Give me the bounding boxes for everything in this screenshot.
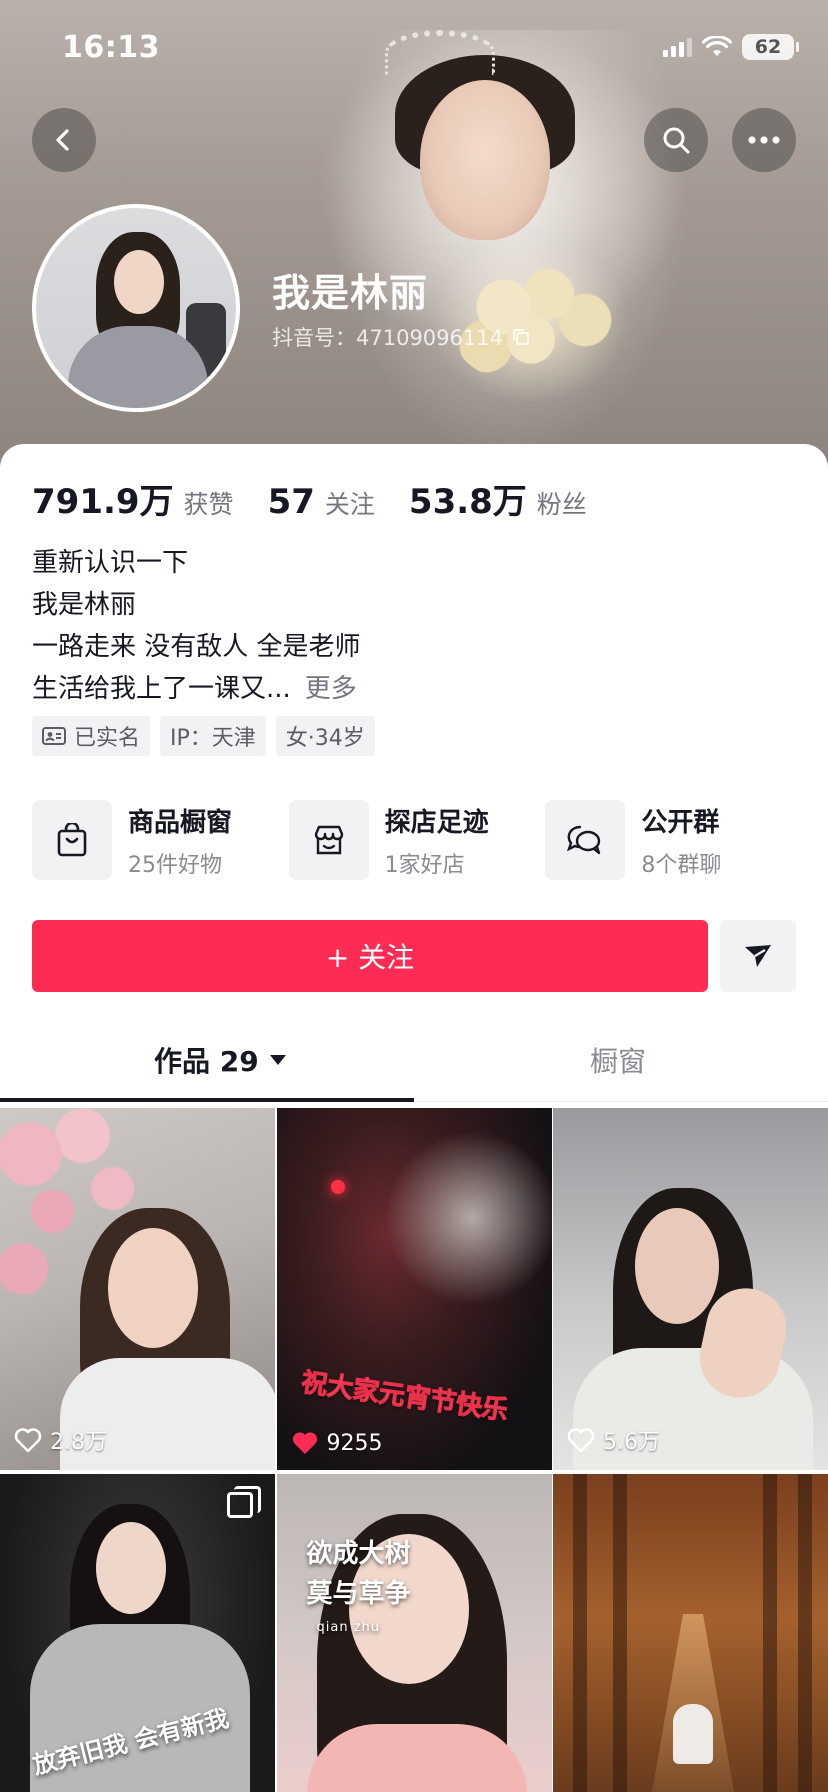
video-thumbnail[interactable]: 欲成大树 莫与草争 qian zhu: [276, 1474, 552, 1792]
bio-line: 重新认识一下: [32, 548, 189, 578]
send-message-button[interactable]: [720, 920, 796, 992]
douyin-id-text: 抖音号：47109096114: [272, 326, 503, 350]
service-shop-window[interactable]: 商品橱窗 25件好物: [32, 800, 289, 880]
more-options-button[interactable]: [732, 108, 796, 172]
status-icons: 62: [663, 34, 799, 60]
stats-row: 791.9万 获赞 57 关注 53.8万 粉丝: [32, 474, 621, 523]
profile-tags: 已实名 IP：天津 女·34岁: [32, 716, 375, 756]
video-caption-sub: qian zhu: [316, 1620, 381, 1635]
tab-works-label: 作品 29: [154, 1045, 259, 1078]
battery-icon: 62: [742, 34, 799, 60]
content-tabs: 作品 29 橱窗: [0, 1018, 828, 1102]
stat-label: 粉丝: [536, 490, 587, 519]
service-public-group[interactable]: 公开群 8个群聊: [545, 800, 802, 880]
tab-shop-window[interactable]: 橱窗: [590, 1018, 646, 1102]
tag-label: IP：天津: [170, 726, 256, 751]
stat-followers[interactable]: 53.8万 粉丝: [409, 474, 587, 523]
service-title: 公开群: [641, 807, 720, 838]
bio[interactable]: 重新认识一下 我是林丽 一路走来 没有敌人 全是老师 生活给我上了一课又... 更…: [32, 542, 361, 710]
video-thumbnail[interactable]: 放弃旧我 会有新我: [0, 1474, 275, 1792]
bio-line-last: 生活给我上了一课又... 更多: [32, 668, 361, 710]
service-subtitle: 25件好物: [128, 852, 222, 878]
shopping-bag-icon: [57, 823, 87, 857]
stat-value: 57: [267, 482, 315, 522]
bio-line: 一路走来 没有敌人 全是老师: [32, 632, 361, 662]
tag-label: 女·34岁: [285, 726, 365, 751]
bio-more-link[interactable]: 更多: [305, 674, 357, 704]
video-thumbnail[interactable]: 祝大家元宵节快乐 9255: [276, 1108, 552, 1470]
tag-verified: 已实名: [32, 716, 151, 756]
status-bar: 16:13 62: [0, 0, 828, 100]
video-grid: 2.8万 祝大家元宵节快乐 9255 5.6万 放弃旧我 会有新我 欲成大树 莫…: [0, 1108, 828, 1792]
store-icon: [314, 825, 343, 855]
tag-gender-age: 女·34岁: [275, 716, 375, 756]
wifi-icon: [702, 36, 732, 56]
heart-filled-icon: [292, 1432, 317, 1454]
caret-down-icon: [269, 1055, 286, 1065]
follow-button[interactable]: + 关注: [32, 920, 708, 992]
id-card-icon: [42, 727, 66, 745]
service-icon-box: [288, 800, 369, 880]
tag-label: 已实名: [74, 726, 141, 751]
service-subtitle: 1家好店: [384, 852, 465, 878]
bio-line: 生活给我上了一课又...: [32, 674, 291, 704]
like-count-text: 9255: [326, 1430, 383, 1456]
video-caption: 欲成大树 莫与草争: [306, 1539, 411, 1609]
tab-shop-label: 橱窗: [590, 1045, 647, 1078]
stat-value: 791.9万: [32, 482, 174, 522]
services-row: 商品橱窗 25件好物 探店足迹 1家好店 公开群 8个群聊: [32, 800, 802, 880]
chevron-left-icon: [56, 129, 69, 151]
tag-ip: IP：天津: [160, 716, 266, 756]
like-count: 2.8万: [14, 1424, 107, 1456]
service-subtitle: 8个群聊: [641, 852, 722, 878]
video-thumbnail[interactable]: [553, 1474, 828, 1792]
service-store-visits[interactable]: 探店足迹 1家好店: [288, 800, 546, 880]
like-count: 9255: [291, 1430, 383, 1456]
like-count-text: 5.6万: [603, 1430, 660, 1455]
search-icon: [663, 127, 690, 154]
profile-name: 我是林丽: [272, 271, 429, 315]
heart-outline-icon: [14, 1428, 42, 1453]
status-time: 16:13: [62, 30, 160, 65]
stat-label: 获赞: [183, 490, 234, 519]
video-thumbnail[interactable]: 5.6万: [553, 1108, 828, 1470]
douyin-id[interactable]: 抖音号：47109096114: [272, 322, 531, 352]
stat-value: 53.8万: [408, 482, 527, 522]
avatar[interactable]: [32, 204, 240, 412]
multi-image-icon: [227, 1486, 261, 1518]
stat-label: 关注: [324, 490, 375, 519]
service-icon-box: [32, 800, 112, 880]
active-tab-indicator: [0, 1098, 414, 1102]
like-count-text: 2.8万: [50, 1430, 107, 1455]
heart-outline-icon: [567, 1428, 595, 1453]
service-title: 商品橱窗: [128, 807, 233, 838]
cellular-signal-icon: [663, 37, 692, 57]
service-icon-box: [545, 800, 626, 880]
more-icon: [748, 136, 780, 144]
send-icon: [745, 945, 771, 967]
tab-works[interactable]: 作品 29: [154, 1018, 287, 1102]
stat-likes[interactable]: 791.9万 获赞: [32, 474, 234, 523]
service-title: 探店足迹: [384, 807, 489, 838]
like-count: 5.6万: [567, 1424, 660, 1456]
video-caption: 祝大家元宵节快乐: [299, 1367, 510, 1427]
stat-following[interactable]: 57 关注: [268, 482, 375, 522]
follow-button-label: + 关注: [325, 941, 415, 974]
video-thumbnail[interactable]: 2.8万: [0, 1108, 275, 1470]
bio-line: 我是林丽: [32, 590, 137, 620]
group-chat-icon: [567, 825, 601, 855]
search-button[interactable]: [644, 108, 708, 172]
copy-icon[interactable]: [511, 327, 531, 347]
back-button[interactable]: [32, 108, 96, 172]
